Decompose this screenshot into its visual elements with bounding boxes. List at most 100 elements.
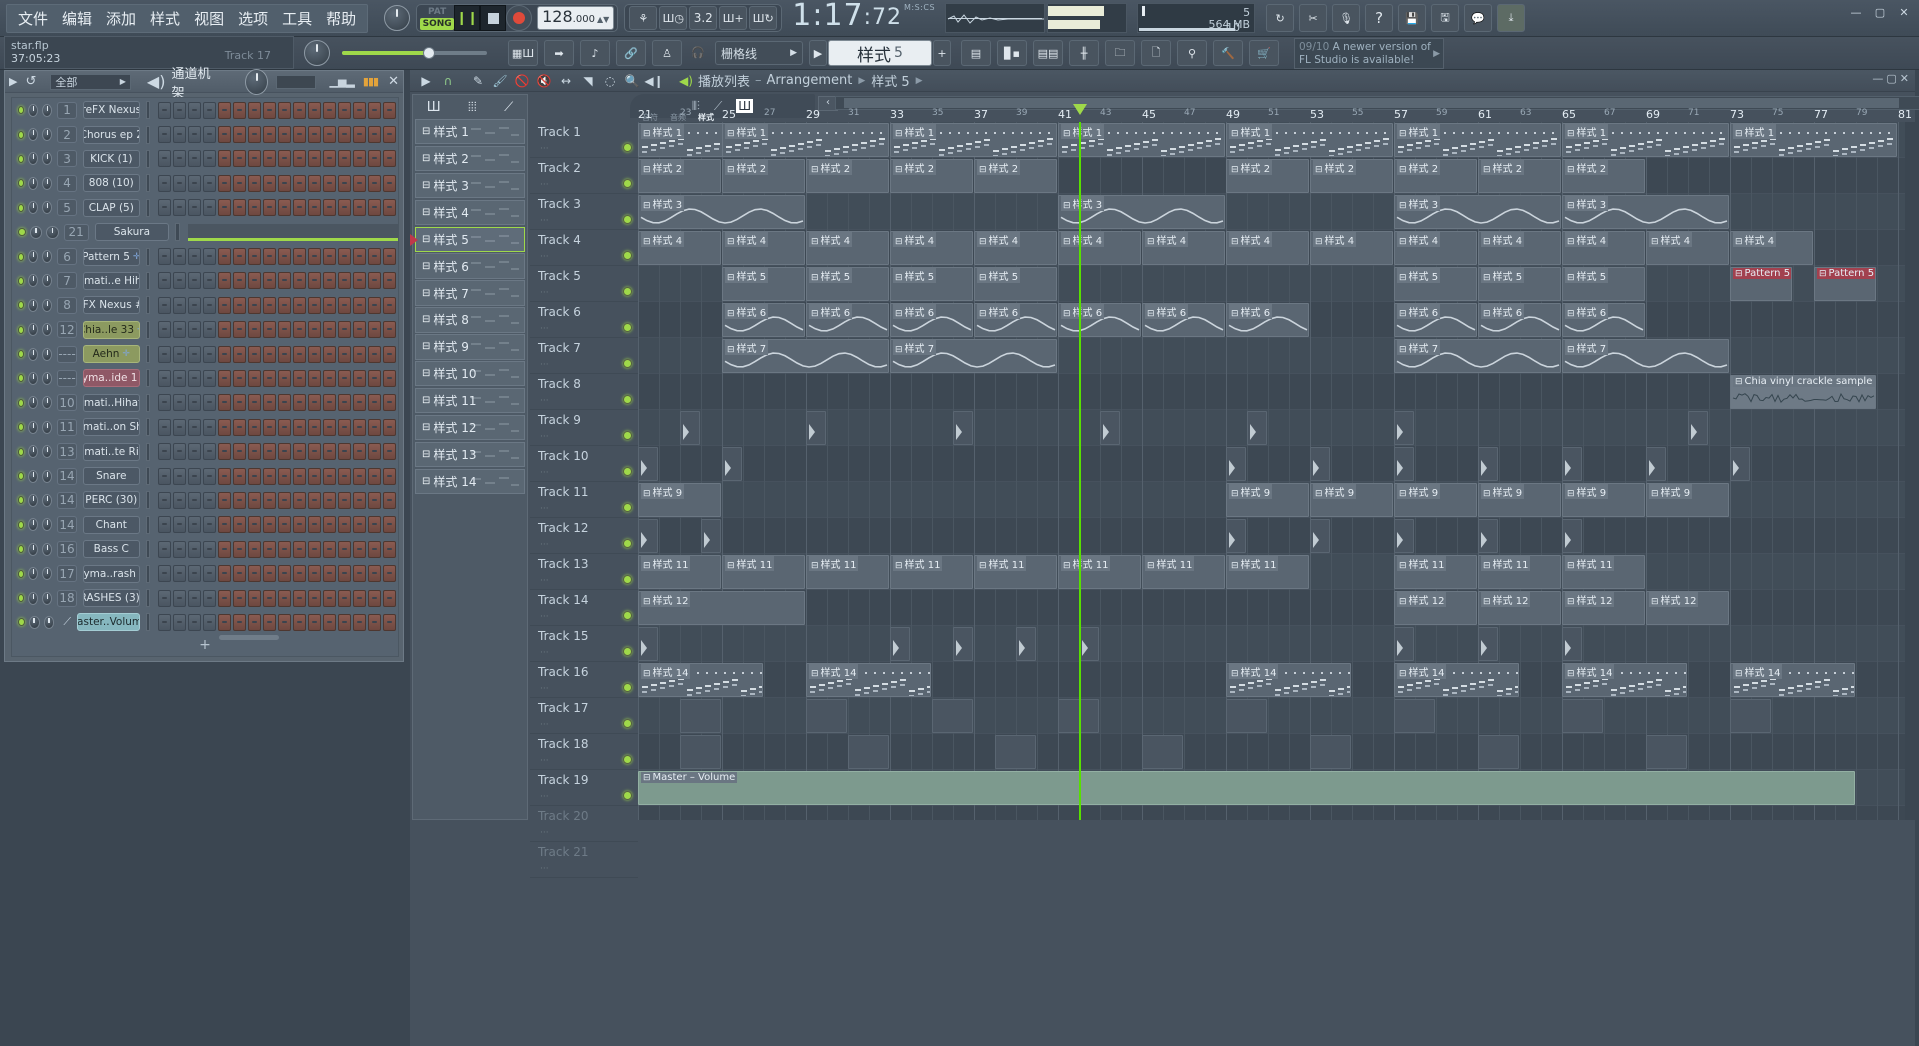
playhead-marker-icon[interactable] xyxy=(1073,104,1087,115)
playlist-clip[interactable]: ⊟ 样式 7 xyxy=(1394,339,1561,373)
step-button[interactable] xyxy=(248,394,261,411)
pattern-list-item[interactable]: ⊟ 样式 14 xyxy=(415,469,525,494)
step-button[interactable] xyxy=(383,590,396,607)
chevron-right-icon[interactable]: ▶ xyxy=(9,75,17,88)
record-button[interactable] xyxy=(506,5,532,31)
channel-level-bar[interactable] xyxy=(146,589,150,607)
pattern-list-item[interactable]: ⊟ 样式 6 xyxy=(415,253,525,278)
step-button[interactable] xyxy=(308,541,321,558)
step-button[interactable] xyxy=(308,199,321,216)
step-button[interactable] xyxy=(248,175,261,192)
playlist-clip[interactable]: ⊟ 样式 14 xyxy=(1730,663,1855,697)
step-button[interactable] xyxy=(308,443,321,460)
channel-number[interactable]: 14 xyxy=(57,492,76,509)
pattern-list-item[interactable]: ⊟ 样式 7 xyxy=(415,280,525,305)
playlist-clip[interactable] xyxy=(1394,447,1414,481)
playlist-clip[interactable]: ⊟ Master – Volume xyxy=(638,771,1855,805)
step-button[interactable] xyxy=(158,419,171,436)
playhead[interactable] xyxy=(1079,122,1081,820)
channel-name-button[interactable]: Cyma..rash✛ xyxy=(83,565,140,583)
playlist-clip[interactable]: ⊟ 样式 12 xyxy=(1562,591,1645,625)
channel-row[interactable]: 21 Sakura xyxy=(12,220,398,244)
channel-row[interactable]: 2 Chorus ep 2 xyxy=(12,122,398,146)
arrow-right-icon[interactable]: ➡ xyxy=(544,40,574,66)
step-button[interactable] xyxy=(158,150,171,167)
playlist-clip[interactable]: ⊟ 样式 2 xyxy=(638,159,721,193)
playlist-clip[interactable] xyxy=(1226,699,1267,733)
metronome-icon[interactable]: ⚘ xyxy=(629,6,657,30)
track-lane[interactable] xyxy=(638,734,1913,770)
step-button[interactable] xyxy=(173,394,186,411)
magnet-icon[interactable]: ∩ xyxy=(438,72,458,90)
cut-icon[interactable]: ✂ xyxy=(1299,4,1327,32)
step-button[interactable] xyxy=(308,614,321,631)
pattern-list-item[interactable]: ⊟ 样式 5 xyxy=(415,227,525,252)
step-button[interactable] xyxy=(308,102,321,119)
step-button[interactable] xyxy=(188,614,201,631)
playlist-clip[interactable]: ⊟ 样式 7 xyxy=(722,339,889,373)
step-button[interactable] xyxy=(218,443,231,460)
step-button[interactable] xyxy=(368,321,381,338)
channel-row[interactable]: 6 Pattern 5 ✛ xyxy=(12,244,398,268)
channel-name-button[interactable]: Cymati..te Ride xyxy=(83,443,140,461)
step-button[interactable] xyxy=(308,565,321,582)
step-button[interactable] xyxy=(233,199,246,216)
step-button[interactable] xyxy=(338,492,351,509)
playlist-clip[interactable]: ⊟ 样式 9 xyxy=(1310,483,1393,517)
step-button[interactable] xyxy=(248,346,261,363)
channel-mute-led[interactable] xyxy=(18,545,24,553)
channel-mute-led[interactable] xyxy=(18,301,24,309)
track-header[interactable]: Track 2 ··· xyxy=(530,158,638,194)
playlist-clip[interactable]: ⊟ 样式 6 xyxy=(1478,303,1561,337)
track-lane[interactable] xyxy=(638,410,1913,446)
step-button[interactable] xyxy=(278,468,291,485)
step-button[interactable] xyxy=(188,199,201,216)
channel-name-button[interactable]: reFX Nexus xyxy=(83,101,140,119)
playlist-clip[interactable]: ⊟ 样式 9 xyxy=(1478,483,1561,517)
playlist-ruler[interactable]: 21 23 25 27 29 31 33 35 37 39 41 43 45 47 49 51 53 55 57 59… xyxy=(638,108,1913,122)
channel-level-bar[interactable] xyxy=(146,540,150,558)
channel-row[interactable]: 7Cymati..e Hihat xyxy=(12,269,398,293)
channel-pan-knob[interactable] xyxy=(28,494,38,507)
step-button[interactable] xyxy=(248,126,261,143)
playlist-clip[interactable]: ⊟ 样式 11 xyxy=(806,555,889,589)
menu-view[interactable]: 视图 xyxy=(187,5,231,32)
playlist-clip[interactable] xyxy=(1226,519,1246,553)
step-button[interactable] xyxy=(308,516,321,533)
step-button[interactable] xyxy=(338,346,351,363)
playlist-clip[interactable]: ⊟ 样式 4 xyxy=(890,231,973,265)
step-button[interactable] xyxy=(383,516,396,533)
playlist-clip[interactable] xyxy=(1016,627,1036,661)
step-button[interactable] xyxy=(218,614,231,631)
step-button[interactable] xyxy=(323,516,336,533)
step-button[interactable] xyxy=(293,468,306,485)
hint-bar[interactable]: 09/10 A newer version of FL Studio is av… xyxy=(1294,38,1444,69)
playlist-clip[interactable] xyxy=(1730,699,1771,733)
step-button[interactable] xyxy=(278,102,291,119)
step-button[interactable] xyxy=(188,297,201,314)
playlist-clip[interactable]: ⊟ 样式 7 xyxy=(890,339,1057,373)
channel-volume-knob[interactable] xyxy=(42,396,52,409)
step-button[interactable] xyxy=(293,492,306,509)
track-header[interactable]: Track 5 ··· xyxy=(530,266,638,302)
channel-name-button[interactable]: KICK (1) xyxy=(83,150,140,168)
track-enable-led[interactable] xyxy=(623,719,632,728)
step-button[interactable] xyxy=(338,394,351,411)
playlist-clip[interactable]: ⊟ 样式 6 xyxy=(806,303,889,337)
step-button[interactable] xyxy=(293,541,306,558)
step-button[interactable] xyxy=(383,175,396,192)
menu-add[interactable]: 添加 xyxy=(99,5,143,32)
playlist-clip[interactable]: ⊟ 样式 11 xyxy=(638,555,721,589)
playlist-clip[interactable]: ⊟ 样式 11 xyxy=(1226,555,1309,589)
track-name[interactable]: Track 12 xyxy=(538,521,588,535)
playlist-clip[interactable]: ⊟ 样式 12 xyxy=(1646,591,1729,625)
channel-pan-knob[interactable] xyxy=(28,470,38,483)
step-button[interactable] xyxy=(203,541,216,558)
channel-mute-led[interactable] xyxy=(18,106,24,114)
playlist-clip[interactable]: ⊟ 样式 2 xyxy=(1310,159,1393,193)
channel-row[interactable]: 11Cymati..on Shot xyxy=(12,415,398,439)
step-button[interactable] xyxy=(278,346,291,363)
pattern-list-item[interactable]: ⊟ 样式 2 xyxy=(415,146,525,171)
step-button[interactable] xyxy=(263,590,276,607)
channel-row[interactable]: 8reFX Nexus #2 xyxy=(12,293,398,317)
